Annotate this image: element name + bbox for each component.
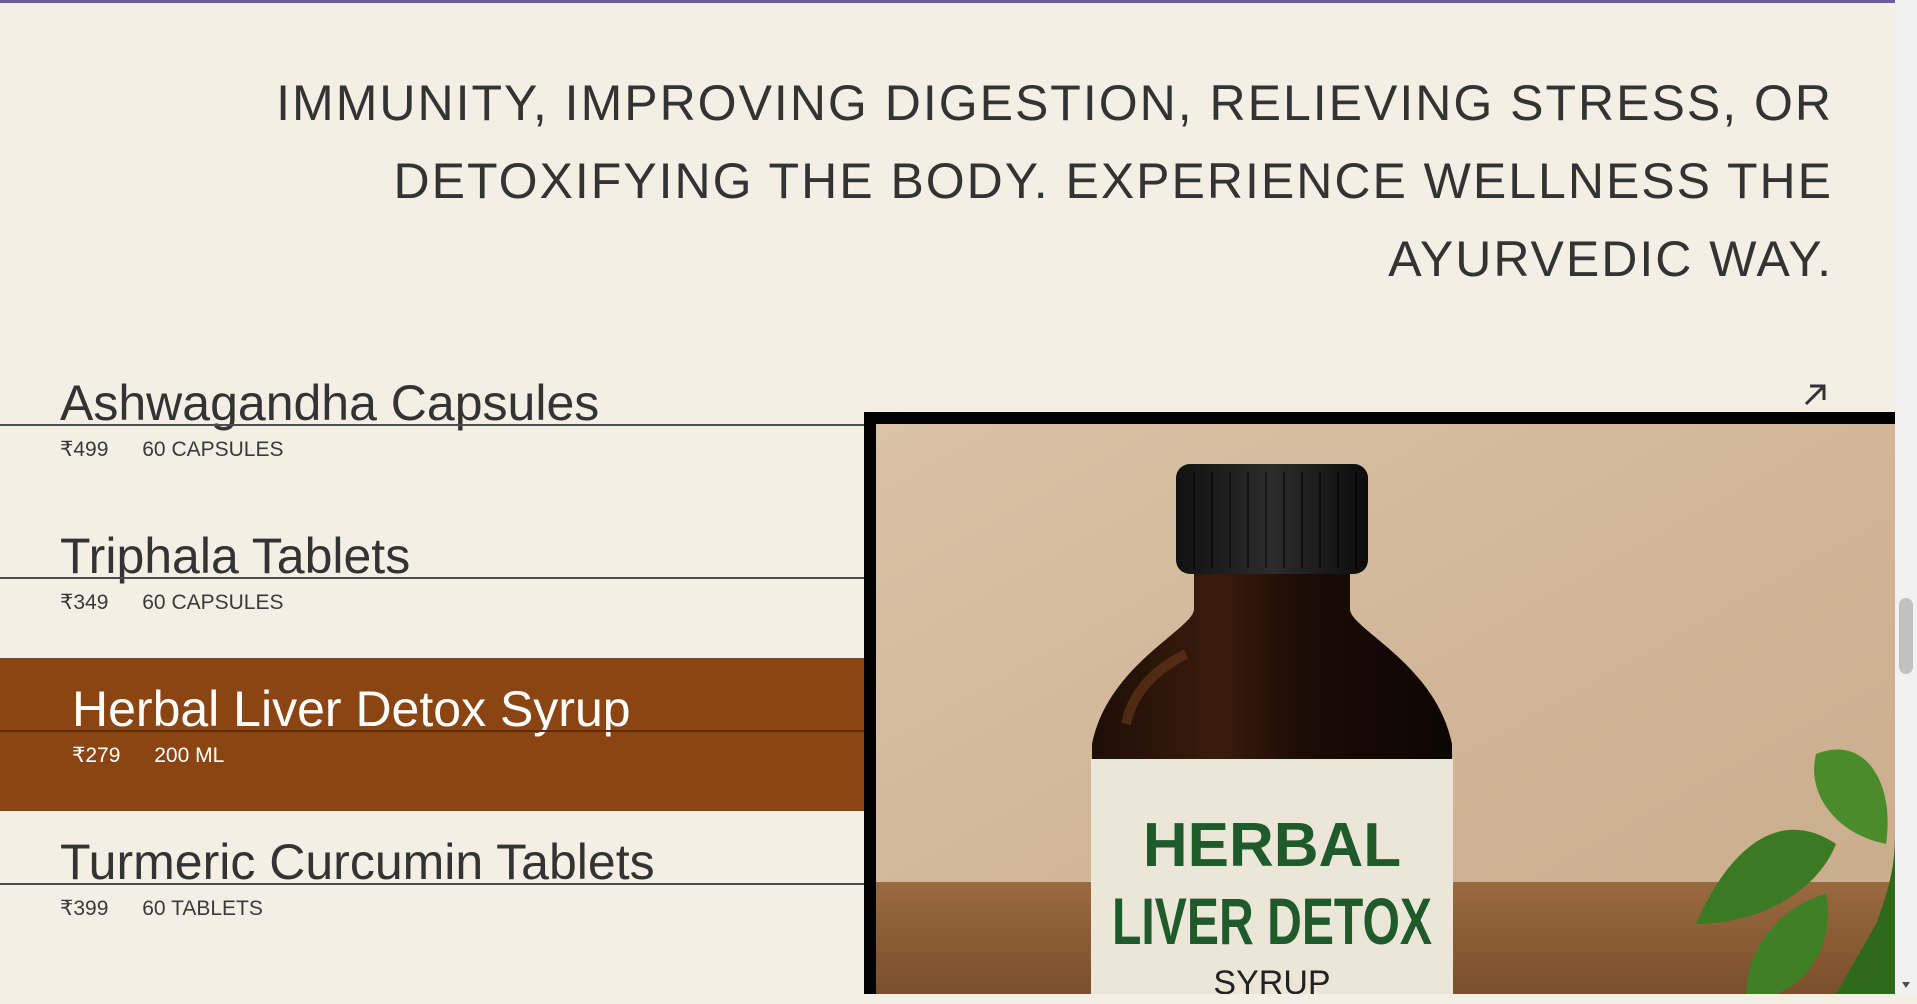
product-meta: ₹499 60 CAPSULES — [60, 436, 284, 464]
arrow-up-right-icon[interactable] — [1800, 380, 1830, 410]
product-divider — [0, 730, 864, 732]
product-preview-image: HERBAL LIVER DETOX SYRUP — [864, 412, 1895, 994]
scrollbar-thumb[interactable] — [1899, 598, 1913, 674]
product-meta: ₹279 200 ML — [72, 742, 224, 770]
product-name-partial — [60, 990, 700, 1004]
bottle-label-line3: SYRUP — [1213, 964, 1330, 994]
product-item-triphala[interactable]: Triphala Tablets ₹349 60 CAPSULES — [0, 505, 864, 658]
bottle-label-line1: HERBAL — [1143, 811, 1401, 880]
product-item-liver-detox-active[interactable]: Herbal Liver Detox Syrup ₹279 200 ML — [0, 658, 864, 811]
product-item-turmeric[interactable]: Turmeric Curcumin Tablets ₹399 60 TABLET… — [0, 811, 864, 964]
product-size: 200 ML — [154, 744, 225, 767]
product-divider — [0, 577, 864, 579]
product-meta: ₹349 60 CAPSULES — [60, 589, 284, 617]
product-item-ashwagandha[interactable]: Ashwagandha Capsules ₹499 60 CAPSULES — [0, 352, 864, 505]
liver-detox-bottle-illustration: HERBAL LIVER DETOX SYRUP — [876, 424, 1895, 994]
top-accent-line — [0, 0, 1917, 3]
product-price: ₹279 — [72, 744, 121, 767]
intro-description: IMMUNITY, IMPROVING DIGESTION, RELIEVING… — [276, 75, 1833, 287]
page-scrollbar[interactable] — [1895, 0, 1917, 994]
product-divider — [0, 424, 864, 426]
product-meta: ₹399 60 TABLETS — [60, 895, 263, 923]
bottle-label-line2: LIVER DETOX — [1112, 884, 1432, 958]
product-divider — [0, 883, 864, 885]
scroll-down-arrow-icon[interactable] — [1899, 978, 1913, 992]
product-price: ₹399 — [60, 897, 109, 920]
product-price: ₹349 — [60, 591, 109, 614]
product-item-partial[interactable] — [0, 964, 864, 1004]
product-size: 60 TABLETS — [142, 897, 263, 920]
product-price: ₹499 — [60, 438, 109, 461]
product-size: 60 CAPSULES — [142, 591, 284, 614]
product-size: 60 CAPSULES — [142, 438, 284, 461]
